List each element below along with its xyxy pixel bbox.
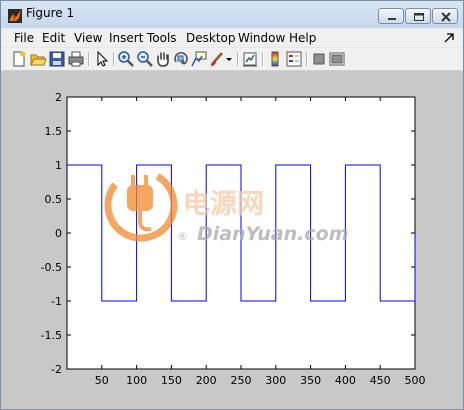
toolbar-separator [88,52,90,66]
menu-edit[interactable]: Edit [42,31,65,45]
new-figure-icon[interactable] [10,50,28,68]
maximize-button[interactable] [405,8,431,24]
y-tick-label: 1.5 [45,125,63,138]
figure-canvas: 50 100 150 200 250 300 350 400 450 500 2 1.5 1 0.5 0 -0… [1,71,463,409]
window-title: Figure 1 [26,6,75,20]
menu-insert[interactable]: Insert [109,31,143,45]
menu-help[interactable]: Help [289,31,316,45]
toolbar-separator [237,52,239,66]
minimize-icon [388,18,396,20]
pan-hand-icon[interactable] [154,50,172,68]
data-cursor-icon[interactable] [190,50,208,68]
x-tick-label: 450 [370,374,391,387]
link-plot-icon[interactable] [241,50,259,68]
pointer-icon[interactable] [93,50,111,68]
menu-file[interactable]: File [14,31,34,45]
menu-tools[interactable]: Tools [147,31,177,45]
rotate-3d-icon[interactable] [172,50,190,68]
open-file-icon[interactable] [29,50,47,68]
figure-window: Figure 1 File Edit View Insert Tools Des… [0,0,464,410]
registered-mark: ® [177,230,188,243]
x-tick-label: 400 [335,374,356,387]
toolbar-separator [113,52,115,66]
legend-icon[interactable] [285,50,303,68]
colorbar-icon[interactable] [266,50,284,68]
dropdown-arrow-icon[interactable] [224,50,234,68]
y-tick-label: -2 [51,363,62,376]
x-tick-label: 100 [126,374,147,387]
x-tick-label: 350 [300,374,321,387]
menu-bar: File Edit View Insert Tools Desktop Wind… [1,29,463,47]
close-button[interactable] [432,8,458,24]
matlab-figure-icon [8,8,22,23]
y-tick-label: -1 [51,295,62,308]
y-tick-label: 0.5 [45,193,63,206]
dock-arrow-icon[interactable] [443,32,455,44]
y-tick-label: -0.5 [41,261,62,274]
x-tick-label: 500 [405,374,426,387]
menu-view[interactable]: View [74,31,102,45]
y-tick-label: -1.5 [41,329,62,342]
save-icon[interactable] [48,50,66,68]
y-tick-label: 0 [55,227,62,240]
toolbar-separator [262,52,264,66]
x-tick-label: 200 [196,374,217,387]
maximize-icon [414,13,424,21]
show-plot-tools-icon[interactable] [328,50,346,68]
x-tick-label: 150 [161,374,182,387]
x-tick-label: 50 [95,374,109,387]
watermark-chinese: 电源网 [183,189,264,220]
menu-desktop[interactable]: Desktop [186,31,236,45]
watermark-site: DianYuan.com [197,223,349,245]
hide-plot-tools-icon[interactable] [310,50,328,68]
menu-window[interactable]: Window [238,31,285,45]
title-bar[interactable]: Figure 1 [1,1,463,28]
figure-toolbar [1,48,463,71]
y-tick-label: 1 [55,159,62,172]
line-plot[interactable]: 50 100 150 200 250 300 350 400 450 500 2 1.5 1 0.5 0 -0… [1,71,463,409]
x-tick-label: 300 [265,374,286,387]
zoom-out-icon[interactable] [136,50,154,68]
minimize-button[interactable] [378,8,404,24]
x-tick-label: 250 [231,374,252,387]
print-icon[interactable] [67,50,85,68]
zoom-in-icon[interactable] [117,50,135,68]
toolbar-separator [306,52,308,66]
close-icon [441,12,451,22]
y-tick-label: 2 [55,91,62,104]
